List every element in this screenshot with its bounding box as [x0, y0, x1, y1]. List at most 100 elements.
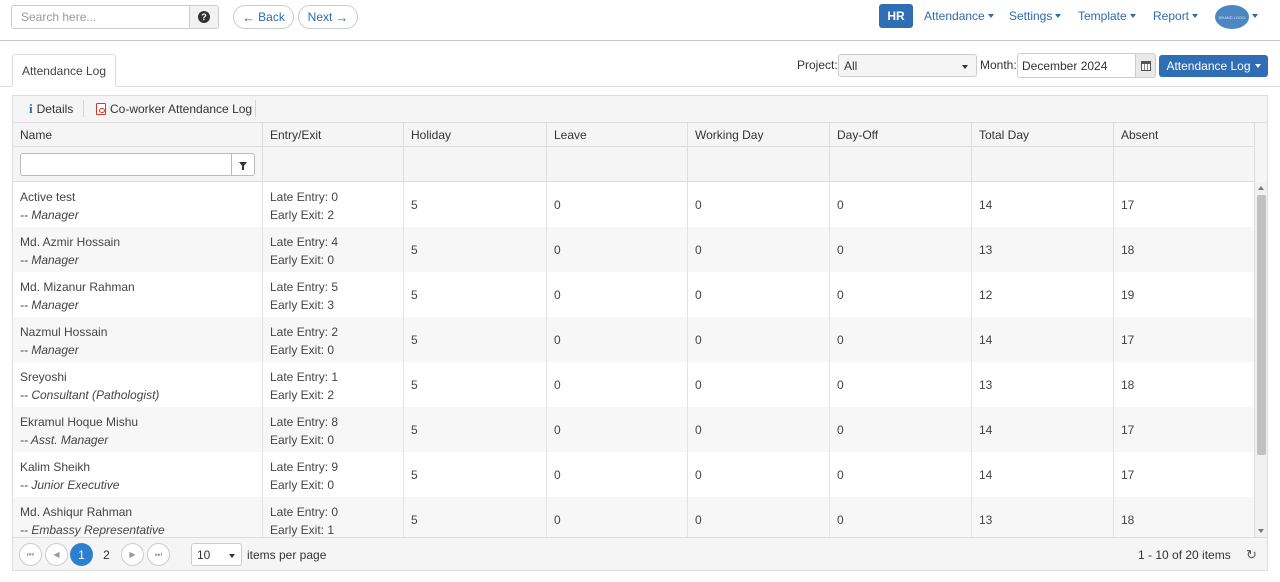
filter-cell: [829, 147, 971, 182]
late-entry-text: Late Entry: 8: [270, 415, 339, 429]
early-exit-text: Early Exit: 0: [270, 343, 335, 357]
grid-header: Name Entry/Exit Holiday Leave Working Da…: [13, 123, 1254, 147]
search-help-button[interactable]: ?: [189, 6, 218, 28]
absent-cell: 18: [1113, 362, 1254, 407]
table-row[interactable]: Kalim Sheikh -- Junior Executive Late Entr…: [13, 452, 1254, 497]
avatar-caret-down-icon[interactable]: [1252, 14, 1258, 18]
page-2-button[interactable]: 2: [95, 543, 118, 566]
employee-role: -- Embassy Representative: [20, 523, 165, 537]
tab-attendance-log[interactable]: Attendance Log: [12, 54, 116, 87]
day-off-cell: 0: [829, 317, 971, 362]
column-header-absent[interactable]: Absent: [1113, 123, 1254, 147]
day-off-cell: 0: [829, 452, 971, 497]
attendance-log-button-label: Attendance Log: [1166, 59, 1251, 73]
leave-cell: 0: [546, 227, 687, 272]
name-filter-button[interactable]: [231, 153, 255, 176]
navbar-divider: [0, 40, 1280, 41]
scroll-up-arrow-icon[interactable]: [1258, 186, 1264, 190]
early-exit-text: Early Exit: 3: [270, 298, 335, 312]
caret-down-icon: [1192, 14, 1199, 18]
filter-cell: [546, 147, 687, 182]
vertical-scrollbar[interactable]: [1254, 182, 1267, 537]
next-button[interactable]: Next →: [298, 5, 358, 29]
previous-page-icon: ◀: [53, 550, 60, 559]
pdf-file-icon: [96, 102, 106, 115]
holiday-cell: 5: [403, 497, 546, 537]
last-page-button[interactable]: ⏭: [147, 543, 170, 566]
absent-cell: 19: [1113, 272, 1254, 317]
table-row[interactable]: Md. Azmir Hossain -- Manager Late Entry: 4…: [13, 227, 1254, 272]
details-button[interactable]: i Details: [29, 100, 73, 117]
column-header-day-off[interactable]: Day-Off: [829, 123, 971, 147]
grid-body: Active test -- Manager Late Entry: 0 Early …: [13, 182, 1254, 537]
holiday-cell: 5: [403, 362, 546, 407]
menu-template[interactable]: Template: [1078, 9, 1136, 23]
back-button[interactable]: ← Back: [233, 5, 294, 29]
column-header-holiday[interactable]: Holiday: [403, 123, 546, 147]
table-row[interactable]: Nazmul Hossain -- Manager Late Entry: 2 Ear…: [13, 317, 1254, 362]
column-header-leave[interactable]: Leave: [546, 123, 687, 147]
entry-exit-cell: Late Entry: 0 Early Exit: 2: [262, 182, 403, 227]
day-off-cell: 0: [829, 182, 971, 227]
holiday-cell: 5: [403, 452, 546, 497]
table-row[interactable]: Md. Ashiqur Rahman -- Embassy Representat…: [13, 497, 1254, 537]
scroll-down-arrow-icon[interactable]: [1258, 529, 1264, 533]
leave-cell: 0: [546, 272, 687, 317]
column-header-total-day[interactable]: Total Day: [971, 123, 1113, 147]
entry-exit-cell: Late Entry: 8 Early Exit: 0: [262, 407, 403, 452]
working-day-cell: 0: [687, 227, 829, 272]
day-off-cell: 0: [829, 497, 971, 537]
attendance-log-dropdown-button[interactable]: Attendance Log: [1159, 55, 1268, 77]
page-1-button[interactable]: 1: [70, 543, 93, 566]
month-label: Month:: [980, 58, 1017, 72]
column-header-entry-exit[interactable]: Entry/Exit: [262, 123, 403, 147]
calendar-button[interactable]: [1135, 54, 1155, 77]
refresh-icon[interactable]: ↻: [1243, 546, 1260, 563]
scrollbar-thumb[interactable]: [1257, 195, 1266, 455]
question-circle-icon: ?: [198, 11, 210, 23]
project-select-value: All: [844, 58, 858, 73]
menu-attendance[interactable]: Attendance: [924, 9, 994, 23]
search-input[interactable]: [12, 6, 189, 28]
grid-filter-row: [13, 147, 1254, 182]
column-header-working-day[interactable]: Working Day: [687, 123, 829, 147]
employee-name: Md. Mizanur Rahman: [20, 280, 135, 294]
caret-down-icon: [962, 65, 968, 69]
early-exit-text: Early Exit: 0: [270, 253, 335, 267]
hr-module-button[interactable]: HR: [879, 4, 913, 28]
employee-name: Nazmul Hossain: [20, 325, 108, 339]
entry-exit-cell: Late Entry: 0 Early Exit: 1: [262, 497, 403, 537]
menu-settings[interactable]: Settings: [1009, 9, 1062, 23]
table-row[interactable]: Md. Mizanur Rahman -- Manager Late Entry: …: [13, 272, 1254, 317]
leave-cell: 0: [546, 362, 687, 407]
table-row[interactable]: Ekramul Hoque Mishu -- Asst. Manager Late …: [13, 407, 1254, 452]
working-day-cell: 0: [687, 497, 829, 537]
pager-summary: 1 - 10 of 20 items: [1138, 547, 1231, 562]
last-page-icon: ⏭: [154, 549, 163, 559]
month-input[interactable]: [1018, 54, 1135, 77]
first-page-button[interactable]: ⏮: [19, 543, 42, 566]
column-header-name[interactable]: Name: [13, 123, 262, 147]
next-page-button[interactable]: ▶: [121, 543, 144, 566]
filter-cell: [1113, 147, 1254, 182]
project-label: Project:: [797, 58, 838, 72]
next-page-icon: ▶: [129, 550, 136, 559]
user-avatar[interactable]: BRAND LOGO: [1215, 5, 1249, 29]
late-entry-text: Late Entry: 4: [270, 235, 339, 249]
page-size-select[interactable]: 10: [191, 543, 242, 566]
filter-cell: [687, 147, 829, 182]
previous-page-button[interactable]: ◀: [45, 543, 68, 566]
coworker-attendance-log-button[interactable]: Co-worker Attendance Log: [96, 100, 252, 117]
project-select[interactable]: All: [838, 54, 977, 77]
entry-exit-cell: Late Entry: 1 Early Exit: 2: [262, 362, 403, 407]
name-cell: Md. Mizanur Rahman -- Manager: [13, 272, 262, 317]
name-filter-input[interactable]: [20, 153, 232, 176]
table-row[interactable]: Sreyoshi -- Consultant (Pathologist) Late …: [13, 362, 1254, 407]
entry-exit-cell: Late Entry: 5 Early Exit: 3: [262, 272, 403, 317]
absent-cell: 17: [1113, 407, 1254, 452]
working-day-cell: 0: [687, 452, 829, 497]
table-row[interactable]: Active test -- Manager Late Entry: 0 Early …: [13, 182, 1254, 227]
name-cell: Nazmul Hossain -- Manager: [13, 317, 262, 362]
menu-report[interactable]: Report: [1153, 9, 1199, 23]
arrow-left-icon: ←: [242, 9, 256, 25]
